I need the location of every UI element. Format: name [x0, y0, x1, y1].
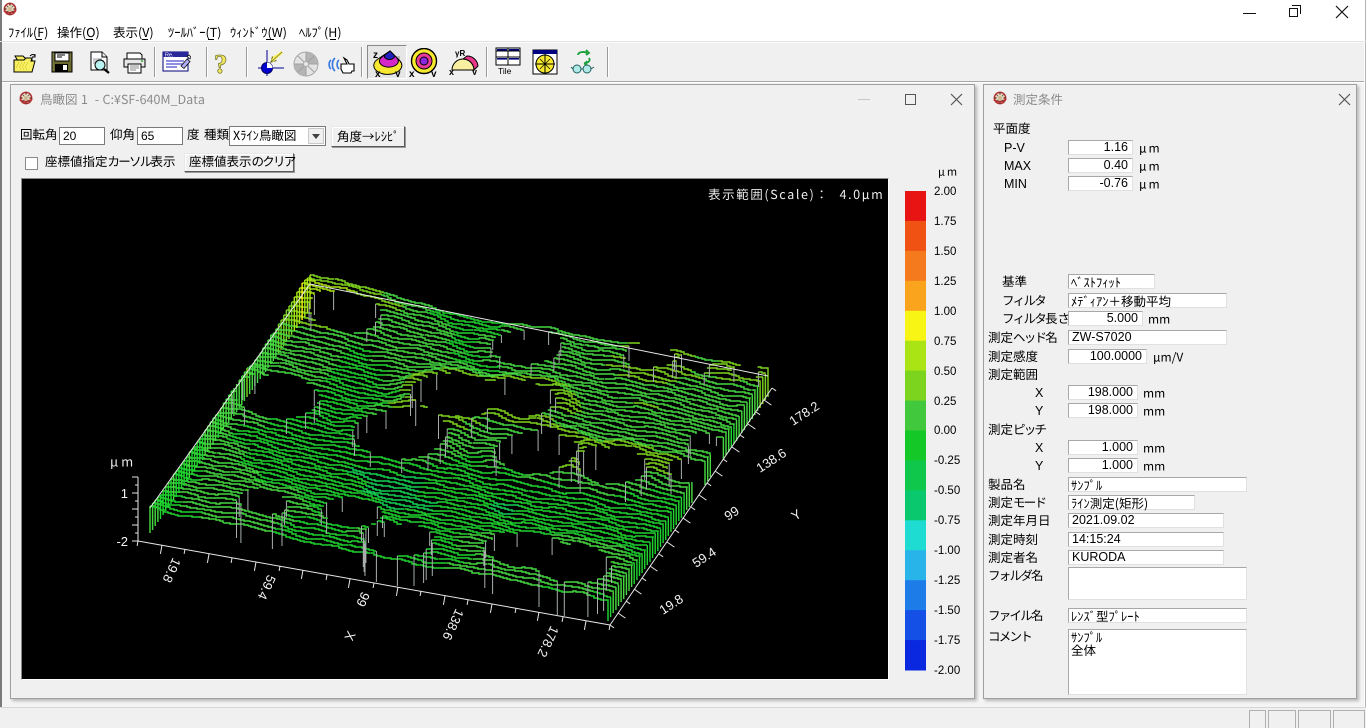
svg-text:x: x	[409, 69, 415, 77]
svg-text:?: ?	[214, 50, 228, 78]
svg-text:-2.00: -2.00	[934, 665, 960, 677]
svg-text:-0.50: -0.50	[934, 485, 960, 497]
svg-text:-1.75: -1.75	[934, 635, 960, 647]
svg-text:-1.50: -1.50	[934, 605, 960, 617]
svg-text:1: 1	[121, 486, 128, 501]
svg-text:1.25: 1.25	[934, 276, 956, 288]
svg-text:γR: γR	[455, 49, 465, 58]
svg-text:-2: -2	[116, 534, 128, 549]
svg-text:0.00: 0.00	[934, 425, 956, 437]
svg-text:y: y	[431, 69, 437, 77]
svg-text:1.00: 1.00	[934, 306, 956, 318]
svg-text:-0.25: -0.25	[934, 455, 960, 467]
svg-text:y: y	[395, 69, 401, 77]
svg-text:0.75: 0.75	[934, 336, 956, 348]
svg-text:-1.25: -1.25	[934, 575, 960, 587]
svg-text:0.25: 0.25	[934, 396, 956, 408]
svg-text:1.50: 1.50	[934, 246, 956, 258]
svg-text:2.00: 2.00	[934, 186, 956, 198]
svg-text:Tile: Tile	[498, 66, 512, 74]
svg-text:-1.00: -1.00	[934, 545, 960, 557]
svg-text:Re.: Re.	[165, 53, 174, 59]
svg-text:y: y	[472, 67, 477, 75]
svg-text:0.50: 0.50	[934, 366, 956, 378]
svg-text:-0.75: -0.75	[934, 515, 960, 527]
svg-text:1.75: 1.75	[934, 216, 956, 228]
svg-text:z: z	[373, 50, 378, 61]
svg-text:x: x	[375, 69, 381, 77]
svg-text:x: x	[449, 67, 454, 75]
